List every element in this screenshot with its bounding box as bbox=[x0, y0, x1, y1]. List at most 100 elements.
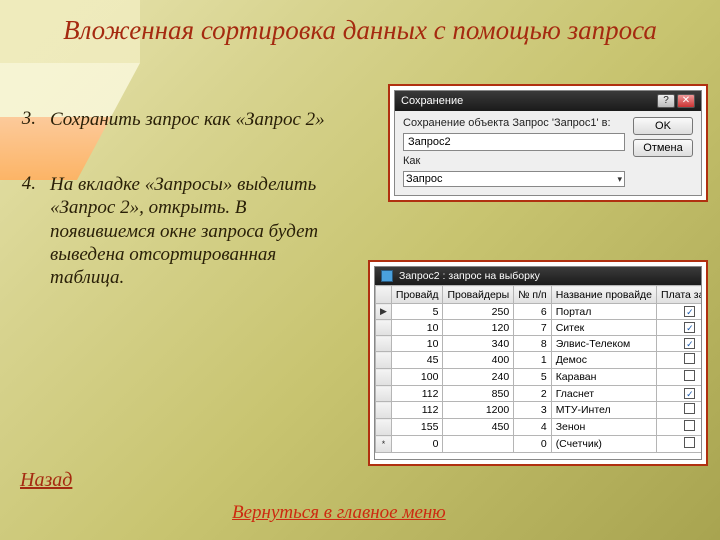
cell[interactable]: 400 bbox=[443, 352, 514, 369]
checkbox-icon bbox=[684, 353, 695, 364]
checkbox-cell[interactable]: ✓ bbox=[657, 336, 701, 352]
col-header[interactable]: № п/п bbox=[514, 286, 551, 304]
list-item: 3. Сохранить запрос как «Запрос 2» bbox=[12, 108, 362, 131]
chevron-down-icon: ▾ bbox=[617, 174, 622, 185]
cell[interactable]: 4 bbox=[514, 419, 551, 436]
checkbox-icon: ✓ bbox=[684, 306, 695, 317]
row-marker: ▶ bbox=[376, 304, 392, 320]
table-row[interactable]: 101207Ситек ✓ bbox=[376, 320, 702, 336]
query-result-table[interactable]: Провайд Провайдеры № п/п Название провай… bbox=[375, 285, 701, 453]
nav-main-menu-link[interactable]: Вернуться в главное меню bbox=[232, 502, 446, 524]
col-header[interactable]: Название провайде bbox=[551, 286, 656, 304]
cell[interactable]: 850 bbox=[443, 386, 514, 402]
table-row[interactable]: 1128502Гласнет ✓ bbox=[376, 386, 702, 402]
col-header[interactable]: Провайд bbox=[391, 286, 443, 304]
checkbox-icon: ✓ bbox=[684, 322, 695, 333]
cell[interactable] bbox=[443, 436, 514, 453]
checkbox-icon: ✓ bbox=[684, 388, 695, 399]
cell[interactable]: 5 bbox=[391, 304, 443, 320]
save-dialog-panel: Сохранение ? ✕ Сохранение объекта Запрос… bbox=[388, 84, 708, 202]
checkbox-icon bbox=[684, 437, 695, 448]
ok-button[interactable]: OK bbox=[633, 117, 693, 135]
cell[interactable]: (Счетчик) bbox=[551, 436, 656, 453]
cell[interactable]: 0 bbox=[391, 436, 443, 453]
table-row[interactable]: 11212003МТУ-Интел bbox=[376, 402, 702, 419]
checkbox-icon bbox=[684, 420, 695, 431]
query-window-titlebar: Запрос2 : запрос на выборку bbox=[375, 267, 701, 285]
cell[interactable]: 155 bbox=[391, 419, 443, 436]
checkbox-icon bbox=[684, 370, 695, 381]
cell[interactable]: 45 bbox=[391, 352, 443, 369]
list-item: 4. На вкладке «Запросы» выделить «Запрос… bbox=[12, 173, 362, 289]
query-window-title: Запрос2 : запрос на выборку bbox=[399, 270, 540, 282]
cell[interactable]: Демос bbox=[551, 352, 656, 369]
save-dialog-title: Сохранение bbox=[401, 95, 463, 107]
cell[interactable]: Элвис-Телеком bbox=[551, 336, 656, 352]
row-marker bbox=[376, 369, 392, 386]
query-window: Запрос2 : запрос на выборку Провайд Пров… bbox=[374, 266, 702, 460]
cell[interactable]: 1200 bbox=[443, 402, 514, 419]
cell[interactable]: 250 bbox=[443, 304, 514, 320]
row-marker bbox=[376, 419, 392, 436]
cell[interactable]: 112 bbox=[391, 402, 443, 419]
cell[interactable]: Гласнет bbox=[551, 386, 656, 402]
cell[interactable]: 7 bbox=[514, 320, 551, 336]
cell[interactable]: 340 bbox=[443, 336, 514, 352]
checkbox-cell[interactable] bbox=[657, 352, 701, 369]
save-dialog-titlebar: Сохранение ? ✕ bbox=[395, 91, 701, 111]
cell[interactable]: 240 bbox=[443, 369, 514, 386]
cell[interactable]: 10 bbox=[391, 320, 443, 336]
checkbox-cell[interactable] bbox=[657, 369, 701, 386]
list-text: На вкладке «Запросы» выделить «Запрос 2»… bbox=[50, 173, 330, 289]
table-row[interactable]: *00(Счетчик) bbox=[376, 436, 702, 453]
close-button[interactable]: ✕ bbox=[677, 94, 695, 108]
table-row[interactable]: 103408Элвис-Телеком✓ bbox=[376, 336, 702, 352]
cell[interactable]: 2 bbox=[514, 386, 551, 402]
cell[interactable]: МТУ-Интел bbox=[551, 402, 656, 419]
cell[interactable]: 3 bbox=[514, 402, 551, 419]
cell[interactable]: 112 bbox=[391, 386, 443, 402]
cell[interactable]: Зенон bbox=[551, 419, 656, 436]
checkbox-cell[interactable] bbox=[657, 402, 701, 419]
checkbox-cell[interactable]: ✓ bbox=[657, 304, 701, 320]
col-header[interactable]: Плата за по bbox=[657, 286, 701, 304]
cell[interactable]: Портал bbox=[551, 304, 656, 320]
nav-back-link[interactable]: Назад bbox=[20, 469, 72, 492]
cancel-button[interactable]: Отмена bbox=[633, 139, 693, 157]
cell[interactable]: 5 bbox=[514, 369, 551, 386]
save-name-input[interactable] bbox=[403, 133, 625, 151]
content-list: 3. Сохранить запрос как «Запрос 2» 4. На… bbox=[12, 108, 362, 331]
cell[interactable]: 450 bbox=[443, 419, 514, 436]
checkbox-cell[interactable] bbox=[657, 436, 701, 453]
help-button[interactable]: ? bbox=[657, 94, 675, 108]
query-result-panel: Запрос2 : запрос на выборку Провайд Пров… bbox=[368, 260, 708, 466]
checkbox-cell[interactable]: ✓ bbox=[657, 320, 701, 336]
row-marker bbox=[376, 336, 392, 352]
table-row[interactable]: ▶52506Портал ✓ bbox=[376, 304, 702, 320]
cell[interactable]: Караван bbox=[551, 369, 656, 386]
table-row[interactable]: 1002405Караван bbox=[376, 369, 702, 386]
cell[interactable]: 120 bbox=[443, 320, 514, 336]
slide-title: Вложенная сортировка данных с помощью за… bbox=[0, 14, 720, 46]
cell[interactable]: 8 bbox=[514, 336, 551, 352]
table-row[interactable]: 1554504Зенон bbox=[376, 419, 702, 436]
cell[interactable]: 10 bbox=[391, 336, 443, 352]
checkbox-cell[interactable]: ✓ bbox=[657, 386, 701, 402]
col-header[interactable]: Провайдеры bbox=[443, 286, 514, 304]
cell[interactable]: 100 bbox=[391, 369, 443, 386]
checkbox-cell[interactable] bbox=[657, 419, 701, 436]
table-row[interactable]: 454001Демос bbox=[376, 352, 702, 369]
row-marker bbox=[376, 320, 392, 336]
save-type-label: Как bbox=[403, 155, 625, 167]
query-window-icon bbox=[381, 270, 393, 282]
save-prompt-label: Сохранение объекта Запрос 'Запрос1' в: bbox=[403, 117, 625, 129]
cell[interactable]: 1 bbox=[514, 352, 551, 369]
save-type-select[interactable]: Запрос ▾ bbox=[403, 171, 625, 187]
save-dialog-window: Сохранение ? ✕ Сохранение объекта Запрос… bbox=[394, 90, 702, 196]
cell[interactable]: 0 bbox=[514, 436, 551, 453]
list-number: 3. bbox=[12, 108, 36, 131]
row-marker bbox=[376, 352, 392, 369]
cell[interactable]: Ситек bbox=[551, 320, 656, 336]
list-text: Сохранить запрос как «Запрос 2» bbox=[50, 108, 325, 131]
cell[interactable]: 6 bbox=[514, 304, 551, 320]
